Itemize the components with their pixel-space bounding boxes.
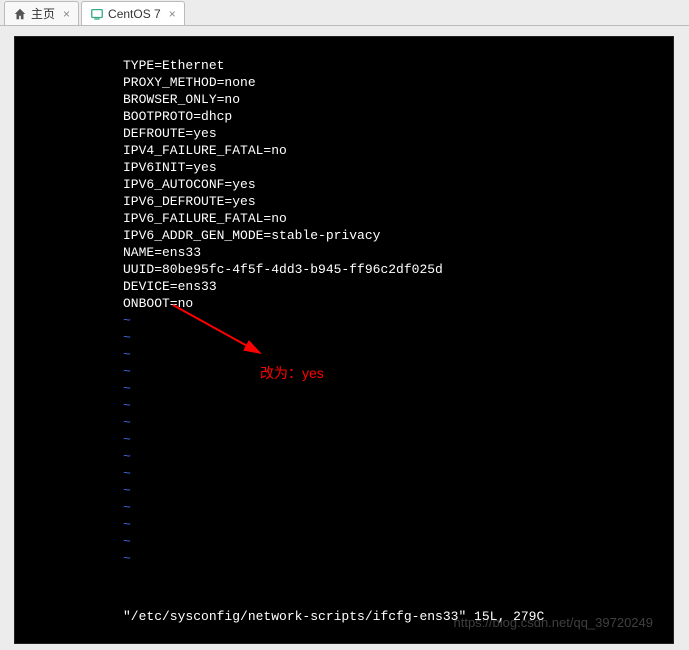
close-icon[interactable]: × — [61, 7, 72, 21]
config-line: TYPE=Ethernet — [15, 57, 673, 74]
vi-tilde-line: ~ — [15, 516, 673, 533]
close-icon[interactable]: × — [167, 7, 178, 21]
tab-home[interactable]: 主页 × — [4, 1, 79, 25]
vi-tilde-line: ~ — [15, 397, 673, 414]
vi-tilde-line: ~ — [15, 363, 673, 380]
config-line: IPV4_FAILURE_FATAL=no — [15, 142, 673, 159]
config-line: IPV6_ADDR_GEN_MODE=stable-privacy — [15, 227, 673, 244]
config-line: ONBOOT=no — [15, 295, 673, 312]
tab-bar: 主页 × CentOS 7 × — [0, 0, 689, 26]
annotation-text: 改为：yes — [260, 365, 324, 382]
vi-tilde-line: ~ — [15, 448, 673, 465]
vi-status-line: "/etc/sysconfig/network-scripts/ifcfg-en… — [15, 608, 673, 625]
config-line: BOOTPROTO=dhcp — [15, 108, 673, 125]
config-content: TYPE=EthernetPROXY_METHOD=noneBROWSER_ON… — [15, 57, 673, 312]
config-line: DEFROUTE=yes — [15, 125, 673, 142]
home-icon — [13, 7, 27, 21]
config-line: NAME=ens33 — [15, 244, 673, 261]
config-line: IPV6_FAILURE_FATAL=no — [15, 210, 673, 227]
config-line: BROWSER_ONLY=no — [15, 91, 673, 108]
vm-icon — [90, 7, 104, 21]
vi-tilde-line: ~ — [15, 482, 673, 499]
config-line: IPV6_DEFROUTE=yes — [15, 193, 673, 210]
vi-tilde-line: ~ — [15, 533, 673, 550]
config-line: PROXY_METHOD=none — [15, 74, 673, 91]
config-line: IPV6_AUTOCONF=yes — [15, 176, 673, 193]
tab-label: 主页 — [31, 5, 55, 22]
vi-tilde-line: ~ — [15, 465, 673, 482]
vi-tilde-line: ~ — [15, 329, 673, 346]
config-line: UUID=80be95fc-4f5f-4dd3-b945-ff96c2df025… — [15, 261, 673, 278]
tab-centos[interactable]: CentOS 7 × — [81, 1, 185, 25]
config-line: DEVICE=ens33 — [15, 278, 673, 295]
vi-tilde-line: ~ — [15, 346, 673, 363]
terminal-screen[interactable]: TYPE=EthernetPROXY_METHOD=noneBROWSER_ON… — [14, 36, 674, 644]
vi-tilde-line: ~ — [15, 414, 673, 431]
vi-tilde-line: ~ — [15, 499, 673, 516]
tilde-filler: ~~~~~~~~~~~~~~~ — [15, 312, 673, 567]
vi-tilde-line: ~ — [15, 431, 673, 448]
vi-tilde-line: ~ — [15, 550, 673, 567]
tab-label: CentOS 7 — [108, 7, 161, 21]
vi-tilde-line: ~ — [15, 380, 673, 397]
config-line: IPV6INIT=yes — [15, 159, 673, 176]
vi-tilde-line: ~ — [15, 312, 673, 329]
